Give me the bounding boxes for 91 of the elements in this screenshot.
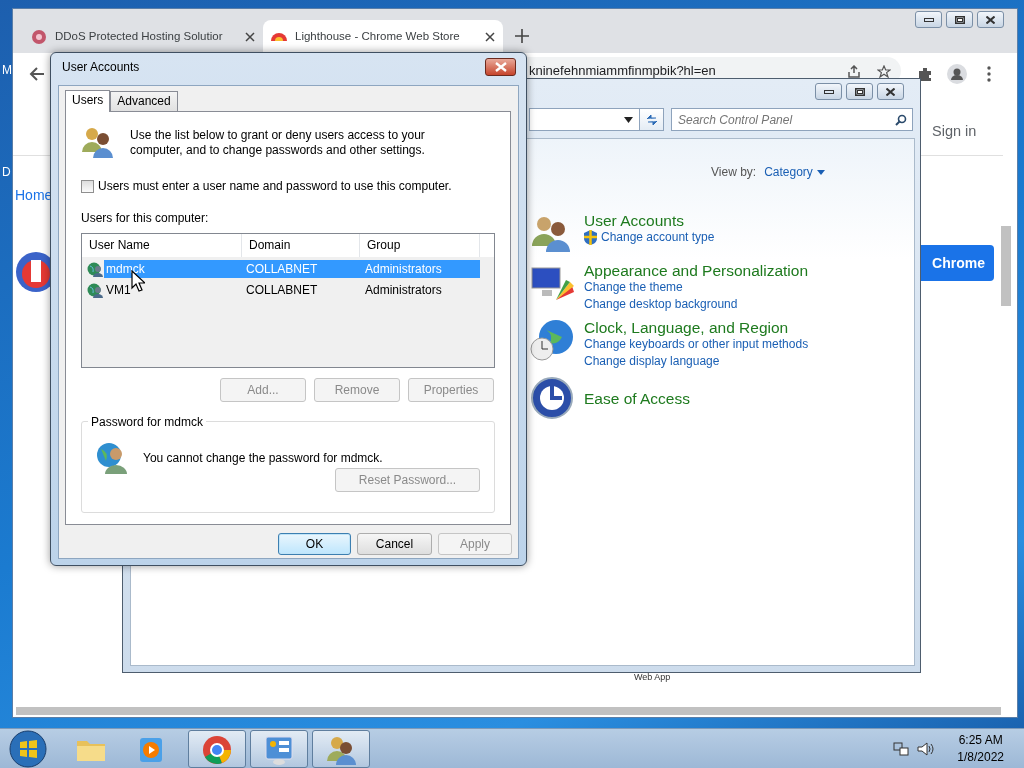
- browser-tab[interactable]: Lighthouse - Chrome Web Store: [263, 20, 503, 53]
- user-globe-icon: [87, 281, 103, 298]
- start-button-icon[interactable]: [8, 728, 48, 768]
- column-header[interactable]: User Name: [82, 234, 242, 257]
- list-cell-text: COLLABNET: [246, 281, 318, 299]
- category-link[interactable]: User Accounts: [584, 212, 715, 229]
- dialog-tab[interactable]: Users: [65, 90, 111, 112]
- dialog-button[interactable]: OK: [278, 533, 351, 555]
- browser-tab[interactable]: DDoS Protected Hosting Solutior: [23, 20, 263, 53]
- users-icon: [81, 126, 113, 158]
- list-cell-text: Administrators: [365, 260, 442, 278]
- window-minimize-button[interactable]: [915, 11, 942, 28]
- caption-text: Web App: [634, 671, 671, 684]
- task-link[interactable]: Change desktop background: [584, 296, 809, 313]
- taskbar-button[interactable]: [188, 729, 246, 768]
- clock-time: 6:25 AM: [958, 731, 1003, 749]
- puzzle-icon[interactable]: [917, 66, 933, 82]
- intro-text: Use the list below to grant or deny users access to your computer, and to change passwords and other settings.: [130, 127, 426, 158]
- user-globe-icon: [96, 441, 129, 474]
- search-icon: [895, 114, 907, 126]
- user-row[interactable]: VM1 COLLABNET Administrators: [104, 280, 480, 299]
- url-text: kninefehnmiammfinmpbik?hl=en: [529, 62, 716, 81]
- view-by-dropdown[interactable]: Category: [764, 163, 825, 181]
- address-bar[interactable]: [529, 108, 639, 131]
- plus-icon[interactable]: [515, 29, 529, 43]
- dialog-tab[interactable]: Advanced: [110, 91, 178, 111]
- access-category-icon[interactable]: [530, 376, 576, 420]
- task-link[interactable]: Change the theme: [584, 279, 809, 296]
- tab-title: Lighthouse - Chrome Web Store: [295, 29, 460, 42]
- volume-icon[interactable]: [917, 740, 936, 757]
- user-name: mdmck: [105, 260, 145, 278]
- window-maximize-button[interactable]: [846, 83, 873, 100]
- scrollbar-thumb[interactable]: [1001, 226, 1011, 306]
- task-link[interactable]: Change display language: [584, 353, 809, 370]
- category-link[interactable]: Ease of Access: [584, 389, 690, 407]
- desktop-label: D: [2, 164, 11, 181]
- search-field[interactable]: Search Control Panel: [671, 108, 913, 131]
- window-close-button[interactable]: [977, 11, 1004, 28]
- tab-title: DDoS Protected Hosting Solutior: [55, 29, 223, 42]
- window-close-button[interactable]: [485, 58, 516, 76]
- window-minimize-button[interactable]: [815, 83, 842, 100]
- task-link[interactable]: Change account type: [601, 229, 715, 246]
- close-icon[interactable]: [485, 31, 495, 42]
- scrollbar-thumb[interactable]: [16, 707, 1001, 715]
- list-label: Users for this computer:: [81, 210, 210, 227]
- password-message: You cannot change the password for mdmck.: [143, 450, 383, 467]
- star-icon[interactable]: [877, 64, 891, 78]
- clock[interactable]: 6:25 AM 1/8/2022: [957, 731, 1004, 766]
- desktop-label: M: [2, 62, 12, 79]
- dropdown-caret-icon: [816, 169, 825, 175]
- taskbar-button[interactable]: [312, 729, 370, 768]
- sign-in-link[interactable]: Sign in: [932, 121, 977, 143]
- refresh-button[interactable]: [639, 108, 664, 131]
- close-icon: [986, 15, 995, 24]
- user-list[interactable]: User Name Domain Group mdmck COLLABNET Administrators VM1 COLLABNET Administrators: [81, 233, 495, 368]
- column-header[interactable]: Domain: [242, 234, 360, 257]
- home-link[interactable]: Home: [15, 185, 53, 206]
- minimize-icon: [923, 17, 934, 22]
- minimize-icon: [823, 89, 834, 94]
- category-link[interactable]: Appearance and Personalization: [584, 262, 809, 279]
- list-cell-text: Administrators: [365, 281, 442, 299]
- share-icon[interactable]: [847, 64, 861, 78]
- window-close-button[interactable]: [877, 83, 904, 100]
- checkbox[interactable]: [81, 179, 94, 193]
- clock-category-icon[interactable]: [530, 319, 576, 363]
- window-maximize-button[interactable]: [946, 11, 973, 28]
- column-header[interactable]: Group: [360, 234, 480, 257]
- list-cell-text: COLLABNET: [246, 260, 318, 278]
- task-link[interactable]: Change keyboards or other input methods: [584, 336, 809, 353]
- profile-icon[interactable]: [947, 64, 967, 84]
- view-by-label: View by:: [711, 164, 757, 181]
- taskbar-button[interactable]: [250, 729, 308, 768]
- clock-date: 1/8/2022: [957, 748, 1004, 766]
- dropdown-caret-icon: [624, 116, 633, 123]
- user-globe-icon: [87, 260, 103, 277]
- window-title: User Accounts: [62, 59, 140, 76]
- maximize-icon: [954, 15, 965, 24]
- more-menu-icon[interactable]: [986, 66, 992, 82]
- close-icon[interactable]: [245, 31, 255, 42]
- refresh-icon: [644, 112, 659, 127]
- back-icon[interactable]: [29, 66, 45, 82]
- dialog-button[interactable]: Cancel: [357, 533, 432, 555]
- rainbow-icon: [271, 32, 287, 41]
- maximize-icon: [854, 87, 865, 96]
- close-icon: [494, 62, 507, 72]
- user-name: VM1: [105, 281, 131, 299]
- install-button[interactable]: Chrome: [921, 245, 994, 281]
- category-link[interactable]: Clock, Language, and Region: [584, 319, 809, 336]
- checkbox-label: Users must enter a user name and password to use this computer.: [98, 178, 452, 195]
- close-icon: [886, 87, 895, 96]
- network-icon[interactable]: [893, 740, 910, 757]
